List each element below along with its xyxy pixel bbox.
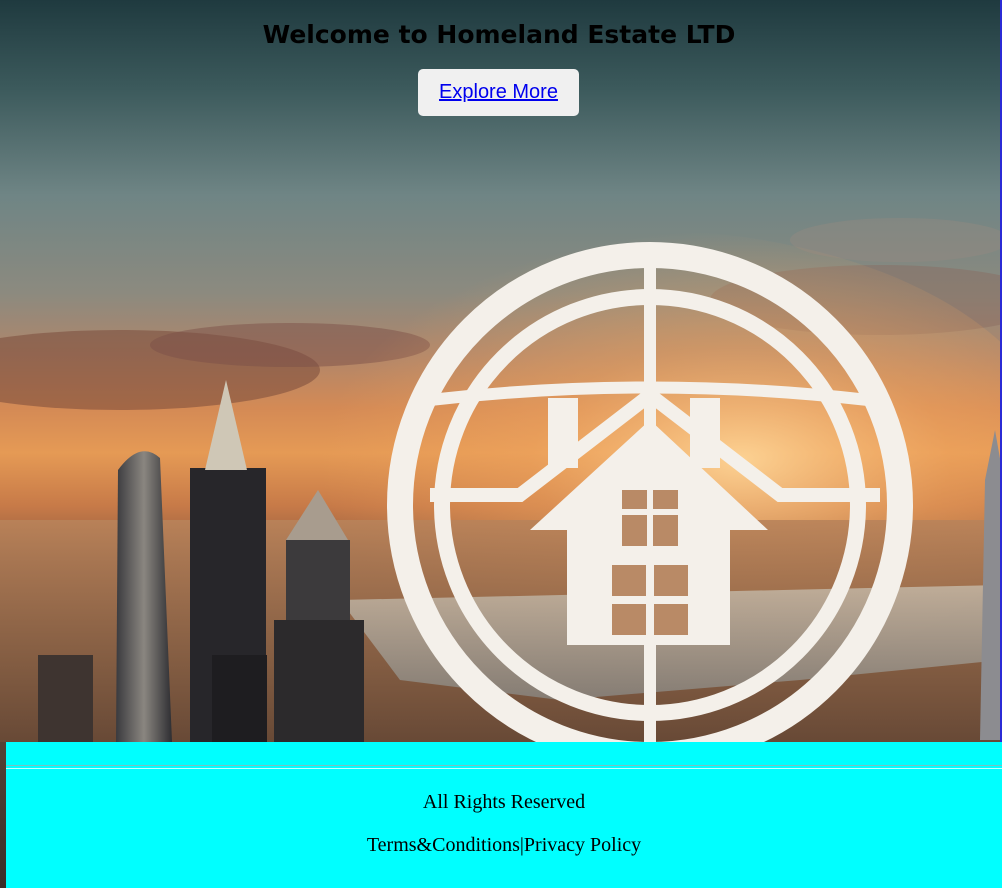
terms-conditions-link[interactable]: Terms&Conditions: [367, 834, 520, 856]
house-logo-icon: [387, 242, 913, 768]
explore-more-button[interactable]: Explore More: [418, 69, 579, 116]
footer-divider: [6, 765, 1002, 769]
page-title: Welcome to Homeland Estate LTD: [262, 20, 736, 49]
footer-links: Terms&Conditions|Privacy Policy: [6, 834, 1002, 857]
footer: All Rights Reserved Terms&Conditions|Pri…: [6, 742, 1002, 888]
footer-rights-text: All Rights Reserved: [422, 791, 586, 813]
privacy-policy-link[interactable]: Privacy Policy: [524, 834, 641, 856]
